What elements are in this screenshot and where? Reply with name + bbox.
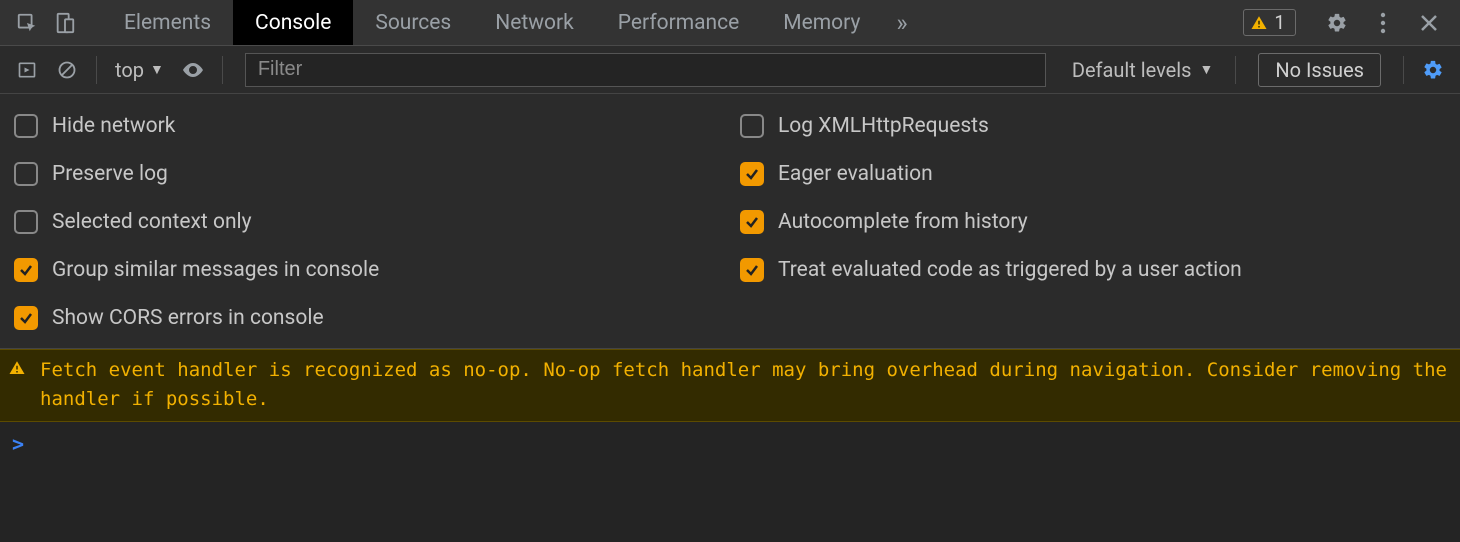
option-label[interactable]: Hide network — [52, 114, 175, 138]
chevron-down-icon: ▼ — [150, 61, 164, 78]
divider — [1403, 56, 1404, 84]
live-expression-icon[interactable] — [176, 53, 210, 87]
tab-label: Elements — [124, 11, 211, 35]
option-label[interactable]: Log XMLHttpRequests — [778, 114, 989, 138]
warning-icon — [8, 359, 26, 377]
console-settings-panel: Hide network Log XMLHttpRequests Preserv… — [0, 94, 1460, 349]
warnings-count: 1 — [1274, 11, 1285, 34]
option-show-cors-errors: Show CORS errors in console — [14, 306, 720, 330]
filter-input[interactable] — [245, 53, 1046, 87]
tab-console[interactable]: Console — [233, 0, 353, 45]
prompt-chevron-icon: > — [12, 432, 24, 456]
option-group-similar: Group similar messages in console — [14, 258, 720, 282]
checkbox[interactable] — [740, 210, 764, 234]
console-message-warning[interactable]: Fetch event handler is recognized as no-… — [0, 349, 1460, 422]
tab-label: Performance — [618, 11, 739, 35]
tab-performance[interactable]: Performance — [596, 0, 761, 45]
option-selected-context-only: Selected context only — [14, 210, 720, 234]
option-label[interactable]: Selected context only — [52, 210, 252, 234]
divider — [1235, 56, 1236, 84]
console-toolbar: top ▼ Default levels ▼ No Issues — [0, 46, 1460, 94]
divider — [96, 56, 97, 84]
more-tabs-button[interactable]: » — [882, 0, 921, 45]
checkbox[interactable] — [14, 114, 38, 138]
panel-tabs: Elements Console Sources Network Perform… — [102, 0, 1243, 45]
message-text: Fetch event handler is recognized as no-… — [40, 356, 1450, 413]
tab-label: Memory — [783, 11, 860, 35]
checkbox[interactable] — [14, 306, 38, 330]
log-levels-dropdown[interactable]: Default levels ▼ — [1062, 58, 1224, 82]
option-log-xhr: Log XMLHttpRequests — [740, 114, 1446, 138]
warning-icon — [1250, 14, 1268, 32]
option-preserve-log: Preserve log — [14, 162, 720, 186]
chevron-down-icon: ▼ — [1199, 61, 1213, 78]
more-options-icon[interactable] — [1364, 4, 1402, 42]
checkbox[interactable] — [14, 210, 38, 234]
checkbox[interactable] — [740, 258, 764, 282]
close-devtools-icon[interactable] — [1410, 4, 1448, 42]
checkbox[interactable] — [740, 114, 764, 138]
issues-button[interactable]: No Issues — [1258, 53, 1381, 87]
option-hide-network: Hide network — [14, 114, 720, 138]
divider — [222, 56, 223, 84]
option-treat-evaluated-user-action: Treat evaluated code as triggered by a u… — [740, 258, 1446, 282]
option-eager-evaluation: Eager evaluation — [740, 162, 1446, 186]
tab-elements[interactable]: Elements — [102, 0, 233, 45]
tab-label: Sources — [375, 11, 451, 35]
toggle-sidebar-icon[interactable] — [10, 53, 44, 87]
context-label: top — [115, 58, 144, 82]
inspect-element-icon[interactable] — [8, 4, 46, 42]
option-label[interactable]: Eager evaluation — [778, 162, 933, 186]
levels-label: Default levels — [1072, 58, 1192, 82]
option-label[interactable]: Show CORS errors in console — [52, 306, 324, 330]
tab-label: Network — [495, 11, 574, 35]
warnings-badge[interactable]: 1 — [1243, 9, 1296, 36]
tab-label: Console — [255, 11, 331, 35]
checkbox[interactable] — [14, 162, 38, 186]
console-settings-icon[interactable] — [1416, 53, 1450, 87]
chevron-double-right-icon: » — [896, 9, 907, 37]
settings-icon[interactable] — [1318, 4, 1356, 42]
issues-label: No Issues — [1275, 58, 1364, 82]
tab-network[interactable]: Network — [473, 0, 596, 45]
devtools-tabbar: Elements Console Sources Network Perform… — [0, 0, 1460, 46]
option-label[interactable]: Autocomplete from history — [778, 210, 1028, 234]
checkbox[interactable] — [740, 162, 764, 186]
device-toolbar-icon[interactable] — [46, 4, 84, 42]
clear-console-icon[interactable] — [50, 53, 84, 87]
option-label[interactable]: Preserve log — [52, 162, 168, 186]
option-label[interactable]: Treat evaluated code as triggered by a u… — [778, 258, 1242, 282]
tab-sources[interactable]: Sources — [353, 0, 473, 45]
checkbox[interactable] — [14, 258, 38, 282]
option-label[interactable]: Group similar messages in console — [52, 258, 379, 282]
console-prompt[interactable]: > — [0, 422, 1460, 466]
option-autocomplete-history: Autocomplete from history — [740, 210, 1446, 234]
execution-context-dropdown[interactable]: top ▼ — [109, 58, 170, 82]
tab-memory[interactable]: Memory — [761, 0, 882, 45]
